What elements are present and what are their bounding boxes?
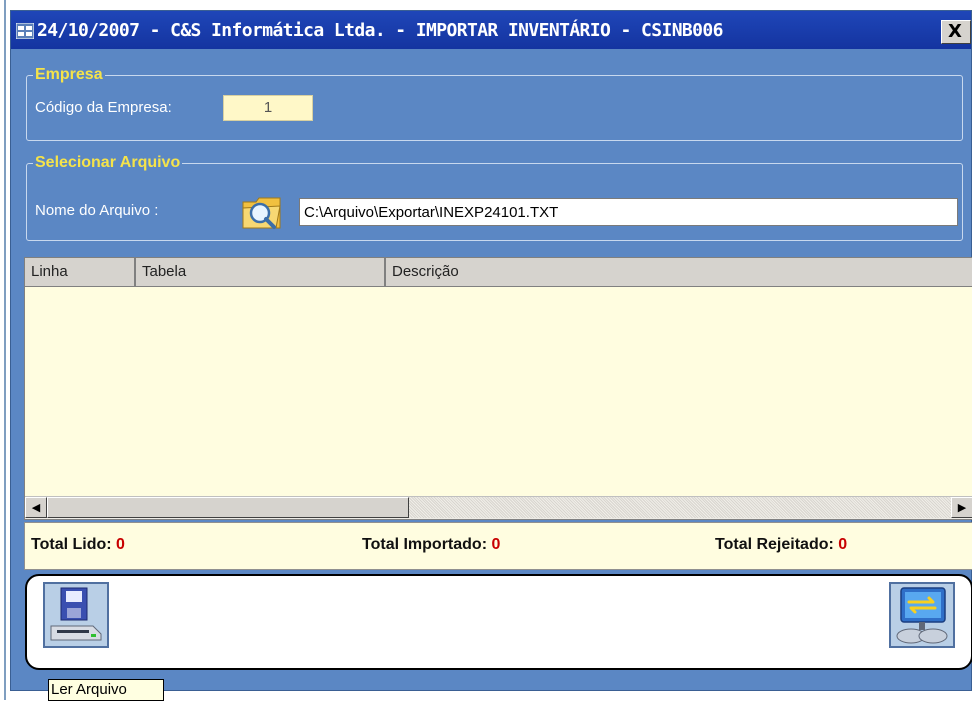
arquivo-legend: Selecionar Arquivo: [33, 153, 183, 173]
codigo-empresa-label: Código da Empresa:: [35, 99, 172, 116]
scroll-right-icon[interactable]: ▶: [951, 497, 972, 518]
horizontal-scrollbar[interactable]: ◀ ▶: [25, 496, 972, 519]
column-header-tabela[interactable]: Tabela: [136, 258, 386, 286]
monitor-transfer-icon: [896, 587, 948, 644]
ler-arquivo-tooltip: Ler Arquivo: [48, 679, 164, 701]
total-rejeitado-value: 0: [838, 536, 848, 553]
total-importado: Total Importado: 0: [362, 536, 500, 554]
total-rejeitado: Total Rejeitado: 0: [715, 536, 847, 554]
import-grid[interactable]: Linha Tabela Descrição ◀ ▶: [24, 257, 972, 520]
importar-button[interactable]: [889, 582, 955, 648]
total-lido-label: Total Lido:: [31, 536, 112, 553]
total-lido: Total Lido: 0: [31, 536, 125, 554]
action-toolbar: [25, 574, 972, 670]
import-window: 24/10/2007 - C&S Informática Ltda. - IMP…: [10, 10, 972, 691]
total-rejeitado-label: Total Rejeitado:: [715, 536, 834, 553]
title-bar[interactable]: 24/10/2007 - C&S Informática Ltda. - IMP…: [11, 11, 971, 49]
totals-panel: Total Lido: 0 Total Importado: 0 Total R…: [24, 522, 972, 570]
total-importado-value: 0: [491, 536, 501, 553]
ler-arquivo-button[interactable]: [43, 582, 109, 648]
file-path-input[interactable]: [299, 198, 958, 226]
arquivo-group: Selecionar Arquivo Nome do Arquivo :: [26, 153, 963, 241]
scroll-thumb[interactable]: [47, 497, 409, 518]
background-strip: [0, 0, 10, 700]
app-icon: [16, 23, 34, 39]
empresa-group: Empresa Código da Empresa: 1: [26, 65, 963, 141]
close-icon: X: [948, 21, 962, 42]
empresa-legend: Empresa: [33, 65, 105, 85]
scroll-track[interactable]: [409, 497, 951, 518]
column-header-linha[interactable]: Linha: [25, 258, 136, 286]
window-title: 24/10/2007 - C&S Informática Ltda. - IMP…: [37, 20, 723, 41]
scroll-left-icon[interactable]: ◀: [25, 497, 47, 518]
total-importado-label: Total Importado:: [362, 536, 488, 553]
column-header-descricao[interactable]: Descrição: [386, 258, 972, 286]
total-lido-value: 0: [116, 536, 125, 553]
nome-arquivo-label: Nome do Arquivo :: [35, 202, 159, 219]
codigo-empresa-field[interactable]: 1: [223, 95, 313, 121]
open-folder-icon[interactable]: [240, 192, 284, 232]
close-button[interactable]: X: [941, 20, 971, 44]
grid-header: Linha Tabela Descrição: [25, 258, 972, 287]
